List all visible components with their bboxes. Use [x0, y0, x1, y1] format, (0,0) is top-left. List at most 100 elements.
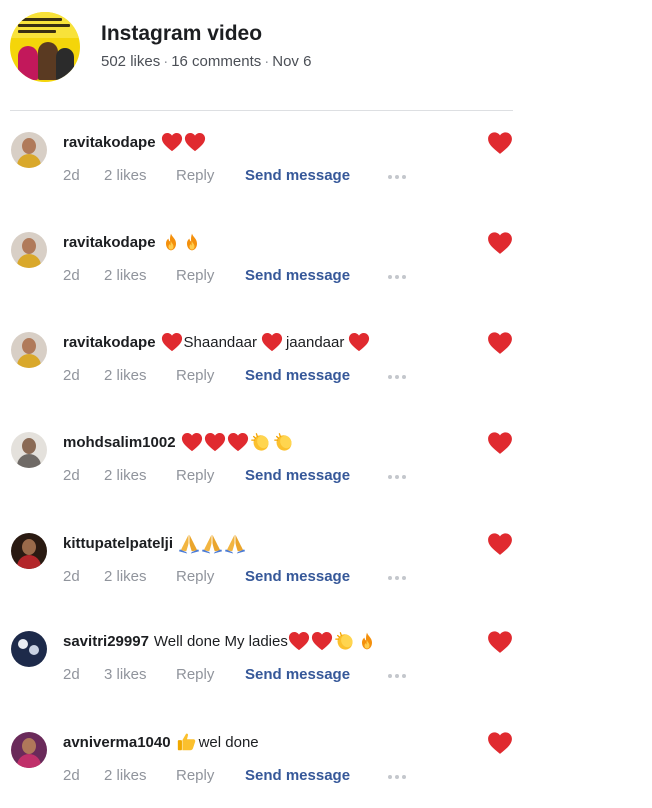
reply-button[interactable]: Reply — [176, 367, 245, 384]
clapping-hands-emoji — [334, 630, 356, 652]
comment-username[interactable]: mohdsalim1002 — [63, 434, 176, 451]
post-likes-count[interactable]: 502 likes — [101, 53, 160, 70]
red-heart-emoji — [311, 630, 333, 652]
comment-text: Shaandaar jaandaar — [161, 331, 372, 353]
comment-username[interactable]: ravitakodape — [63, 234, 156, 251]
red-heart-emoji — [204, 431, 226, 453]
post-meta: 502 likes · 16 comments · Nov 6 — [101, 53, 312, 70]
post-title[interactable]: Instagram video — [101, 22, 262, 46]
post-date: Nov 6 — [272, 53, 312, 70]
reply-button[interactable]: Reply — [176, 167, 245, 184]
comment-actions: 2d 2 likes Reply Send message — [63, 767, 406, 784]
fire-emoji — [357, 631, 377, 651]
comment-time[interactable]: 2d — [63, 568, 104, 585]
avatar[interactable] — [11, 332, 47, 368]
comment-username[interactable]: kittupatelpatelji — [63, 535, 173, 552]
avatar[interactable] — [11, 432, 47, 468]
comment-likes[interactable]: 3 likes — [104, 666, 176, 683]
comment-time[interactable]: 2d — [63, 267, 104, 284]
comment-time[interactable]: 2d — [63, 666, 104, 683]
folded-hands-emoji — [178, 532, 200, 554]
comment-text: Well done My ladies — [154, 630, 378, 652]
comment-username[interactable]: avniverma1040 — [63, 734, 171, 751]
reply-button[interactable]: Reply — [176, 467, 245, 484]
more-options-icon[interactable] — [388, 472, 406, 479]
reply-button[interactable]: Reply — [176, 568, 245, 585]
comment-item: mohdsalim1002 2d 2 likes Reply Send mess… — [0, 430, 520, 510]
comment-actions: 2d 2 likes Reply Send message — [63, 167, 406, 184]
more-options-icon[interactable] — [388, 772, 406, 779]
red-heart-emoji — [348, 331, 370, 353]
comment-likes[interactable]: 2 likes — [104, 267, 176, 284]
comment-time[interactable]: 2d — [63, 167, 104, 184]
more-options-icon[interactable] — [388, 372, 406, 379]
comment-text — [181, 431, 296, 453]
comment-likes[interactable]: 2 likes — [104, 767, 176, 784]
red-heart-emoji — [181, 431, 203, 453]
comment-like-heart-icon[interactable] — [487, 630, 513, 654]
reply-button[interactable]: Reply — [176, 267, 245, 284]
more-options-icon[interactable] — [388, 573, 406, 580]
send-message-button[interactable]: Send message — [245, 267, 388, 284]
post-header: Instagram video 502 likes · 16 comments · No… — [10, 12, 530, 82]
comment-item: ravitakodape Shaandaar jaandaar 2d 2 lik… — [0, 330, 520, 410]
send-message-button[interactable]: Send message — [245, 666, 388, 683]
comment-item: savitri29997 Well done My ladies 2d 3 li… — [0, 629, 520, 709]
comment-time[interactable]: 2d — [63, 767, 104, 784]
comment-like-heart-icon[interactable] — [487, 231, 513, 255]
more-options-icon[interactable] — [388, 272, 406, 279]
comment-time[interactable]: 2d — [63, 467, 104, 484]
comment-like-heart-icon[interactable] — [487, 431, 513, 455]
comment-like-heart-icon[interactable] — [487, 532, 513, 556]
send-message-button[interactable]: Send message — [245, 767, 388, 784]
avatar[interactable] — [11, 631, 47, 667]
more-options-icon[interactable] — [388, 671, 406, 678]
folded-hands-emoji — [224, 532, 246, 554]
red-heart-emoji — [227, 431, 249, 453]
comment-like-heart-icon[interactable] — [487, 131, 513, 155]
comment-actions: 2d 2 likes Reply Send message — [63, 367, 406, 384]
comment-item: kittupatelpatelji 2d 2 likes Reply Send … — [0, 531, 520, 611]
comment-like-heart-icon[interactable] — [487, 731, 513, 755]
comment-username[interactable]: savitri29997 — [63, 633, 149, 650]
avatar[interactable] — [11, 533, 47, 569]
comment-likes[interactable]: 2 likes — [104, 467, 176, 484]
clapping-hands-emoji — [250, 431, 272, 453]
reply-button[interactable]: Reply — [176, 666, 245, 683]
send-message-button[interactable]: Send message — [245, 367, 388, 384]
comment-text: wel done — [176, 731, 259, 753]
comment-likes[interactable]: 2 likes — [104, 167, 176, 184]
comment-likes[interactable]: 2 likes — [104, 367, 176, 384]
comment-username[interactable]: ravitakodape — [63, 334, 156, 351]
red-heart-emoji — [184, 131, 206, 153]
comment-word: jaandaar — [285, 333, 345, 351]
comment-word: Shaandaar — [183, 333, 257, 351]
post-comments-count[interactable]: 16 comments — [171, 53, 261, 70]
send-message-button[interactable]: Send message — [245, 467, 388, 484]
send-message-button[interactable]: Send message — [245, 167, 388, 184]
comment-time[interactable]: 2d — [63, 367, 104, 384]
avatar[interactable] — [11, 232, 47, 268]
reply-button[interactable]: Reply — [176, 767, 245, 784]
comment-text — [161, 131, 207, 153]
comment-actions: 2d 2 likes Reply Send message — [63, 467, 406, 484]
header-divider — [10, 110, 513, 111]
clapping-hands-emoji — [273, 431, 295, 453]
post-thumbnail[interactable] — [10, 12, 80, 82]
comment-item: avniverma1040 wel done 2d 2 likes Reply … — [0, 730, 520, 808]
more-options-icon[interactable] — [388, 172, 406, 179]
avatar[interactable] — [11, 732, 47, 768]
comment-item: ravitakodape 2d 2 likes Reply Send messa… — [0, 130, 520, 210]
comment-text — [161, 232, 203, 252]
comment-likes[interactable]: 2 likes — [104, 568, 176, 585]
thumbs-up-emoji — [176, 731, 198, 753]
comment-like-heart-icon[interactable] — [487, 331, 513, 355]
red-heart-emoji — [161, 131, 183, 153]
comment-word: wel done — [198, 733, 259, 751]
send-message-button[interactable]: Send message — [245, 568, 388, 585]
comment-username[interactable]: ravitakodape — [63, 134, 156, 151]
fire-emoji — [161, 232, 181, 252]
avatar[interactable] — [11, 132, 47, 168]
comment-word: Well done My ladies — [153, 632, 288, 650]
fire-emoji — [182, 232, 202, 252]
